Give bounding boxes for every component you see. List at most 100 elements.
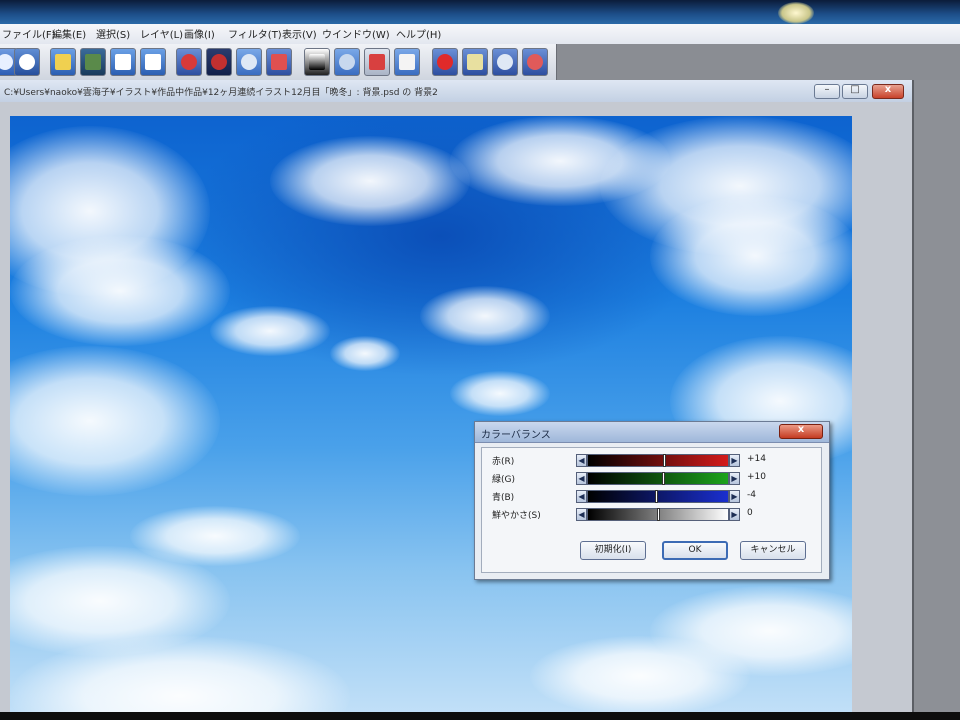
open-file-button[interactable]	[14, 48, 40, 76]
brush-button[interactable]	[176, 48, 202, 76]
toolbar	[0, 44, 960, 80]
maximize-button[interactable]: □	[842, 84, 868, 99]
pen-icon	[211, 54, 227, 70]
saturation-label: 鮮やかさ(S)	[492, 511, 541, 521]
menu-bar: ファイル(F) 編集(E) 選択(S) レイヤ(L) 画像(I) フィルタ(T)…	[0, 24, 960, 45]
green-slider-thumb[interactable]	[662, 472, 665, 485]
eyedropper-icon	[467, 54, 483, 70]
green-slider-fill	[588, 473, 728, 484]
menu-help[interactable]: ヘルプ(H)	[396, 26, 441, 41]
divider	[912, 80, 914, 720]
record-button[interactable]	[432, 48, 458, 76]
saturation-slider-thumb[interactable]	[657, 508, 660, 521]
eraser-icon	[271, 54, 287, 70]
shape-icon	[399, 54, 415, 70]
green-increase-button[interactable]: ▶	[729, 472, 740, 485]
cloud	[330, 336, 400, 371]
eraser-button[interactable]	[266, 48, 292, 76]
green-label: 緑(G)	[492, 475, 515, 485]
open-file-icon	[19, 54, 35, 70]
saturation-decrease-button[interactable]: ◀	[576, 508, 587, 521]
blue-label: 青(B)	[492, 493, 515, 503]
green-value: +10	[747, 472, 766, 482]
screen-top-bezel	[0, 0, 960, 24]
menu-filter[interactable]: フィルタ(T)	[228, 26, 282, 41]
cloud	[650, 196, 852, 316]
zoom-out-button[interactable]	[522, 48, 548, 76]
fill-button[interactable]	[364, 48, 390, 76]
cancel-button[interactable]: キャンセル	[740, 541, 806, 560]
cloud	[450, 371, 550, 416]
saturation-increase-button[interactable]: ▶	[729, 508, 740, 521]
document-title: C:¥Users¥naoko¥雲海子¥イラスト¥作品中作品¥12ヶ月連続イラスト…	[4, 88, 438, 98]
cloud	[210, 306, 330, 356]
dialog-body: 赤(R) ◀ ▶ +14 緑(G) ◀ ▶ +10 青(B) ◀ ▶ -4 鮮や…	[481, 447, 822, 573]
zoom-out-icon	[527, 54, 543, 70]
shape-button[interactable]	[394, 48, 420, 76]
red-slider[interactable]	[587, 454, 729, 467]
red-label: 赤(R)	[492, 457, 515, 467]
blue-slider[interactable]	[587, 490, 729, 503]
menu-view[interactable]: 表示(V)	[282, 26, 317, 41]
close-icon: x	[797, 424, 805, 435]
gradient-button[interactable]	[304, 48, 330, 76]
menu-edit[interactable]: 編集(E)	[52, 26, 86, 41]
globe-button[interactable]	[236, 48, 262, 76]
color-balance-dialog: カラーバランス x 赤(R) ◀ ▶ +14 緑(G) ◀ ▶ +10 青(B)	[474, 421, 830, 580]
reset-button[interactable]: 初期化(I)	[580, 541, 646, 560]
saturation-slider[interactable]	[587, 508, 729, 521]
menu-file[interactable]: ファイル(F)	[2, 26, 56, 41]
redo-button[interactable]	[80, 48, 106, 76]
cloud	[270, 136, 470, 226]
menu-image[interactable]: 画像(I)	[184, 26, 215, 41]
blue-slider-fill	[588, 491, 728, 502]
copy-button[interactable]	[110, 48, 136, 76]
redo-icon	[85, 54, 101, 70]
menu-window[interactable]: ウインドウ(W)	[322, 26, 390, 41]
undo-button[interactable]	[50, 48, 76, 76]
blue-increase-button[interactable]: ▶	[729, 490, 740, 503]
red-value: +14	[747, 454, 766, 464]
screen-bottom-bezel	[0, 712, 960, 720]
layer-icon	[339, 54, 355, 70]
dialog-title: カラーバランス	[481, 430, 551, 441]
green-decrease-button[interactable]: ◀	[576, 472, 587, 485]
maximize-icon: □	[850, 84, 860, 95]
ok-button[interactable]: OK	[662, 541, 728, 560]
brush-icon	[181, 54, 197, 70]
globe-icon	[241, 54, 257, 70]
record-icon	[437, 54, 453, 70]
close-button[interactable]: x	[872, 84, 904, 99]
undo-icon	[55, 54, 71, 70]
light-glow	[778, 2, 814, 24]
zoom-in-icon	[497, 54, 513, 70]
green-slider[interactable]	[587, 472, 729, 485]
layer-button[interactable]	[334, 48, 360, 76]
document-title-bar[interactable]: C:¥Users¥naoko¥雲海子¥イラスト¥作品中作品¥12ヶ月連続イラスト…	[0, 80, 912, 103]
red-increase-button[interactable]: ▶	[729, 454, 740, 467]
close-icon: x	[884, 84, 892, 95]
menu-layer[interactable]: レイヤ(L)	[140, 26, 183, 41]
blue-decrease-button[interactable]: ◀	[576, 490, 587, 503]
paste-icon	[145, 54, 161, 70]
eyedropper-button[interactable]	[462, 48, 488, 76]
red-slider-thumb[interactable]	[663, 454, 666, 467]
dialog-close-button[interactable]: x	[779, 424, 823, 439]
menu-select[interactable]: 選択(S)	[96, 26, 130, 41]
gradient-icon	[309, 54, 325, 70]
zoom-in-button[interactable]	[492, 48, 518, 76]
red-decrease-button[interactable]: ◀	[576, 454, 587, 467]
paste-button[interactable]	[140, 48, 166, 76]
pen-button[interactable]	[206, 48, 232, 76]
cloud	[10, 236, 230, 346]
image-canvas[interactable]	[10, 116, 852, 720]
blue-slider-thumb[interactable]	[655, 490, 658, 503]
cloud	[420, 286, 550, 346]
saturation-value: 0	[747, 508, 753, 518]
cloud	[10, 346, 220, 496]
blue-value: -4	[747, 490, 756, 500]
dialog-title-bar[interactable]: カラーバランス x	[475, 422, 829, 443]
new-file-icon	[0, 54, 13, 70]
copy-icon	[115, 54, 131, 70]
minimize-button[interactable]: –	[814, 84, 840, 99]
